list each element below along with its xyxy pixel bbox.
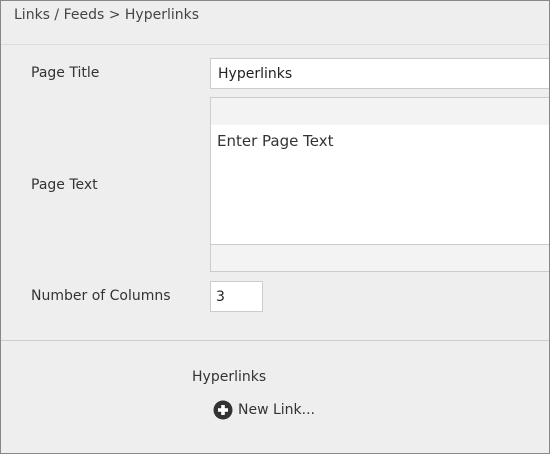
plus-circle-icon xyxy=(213,400,233,420)
new-link-button[interactable]: New Link... xyxy=(213,399,315,421)
section-divider xyxy=(1,340,549,341)
hyperlinks-editor-panel: Links / Feeds > Hyperlinks Page Title Pa… xyxy=(0,0,550,454)
breadcrumb: Links / Feeds > Hyperlinks xyxy=(1,1,549,45)
editor-toolbar[interactable] xyxy=(211,98,549,126)
number-of-columns-label: Number of Columns xyxy=(31,288,171,304)
page-title-label: Page Title xyxy=(31,65,100,81)
page-title-input[interactable] xyxy=(210,58,549,89)
page-text-label: Page Text xyxy=(31,177,98,193)
editor-content-area[interactable]: Enter Page Text xyxy=(211,125,549,245)
editor-content-text: Enter Page Text xyxy=(217,132,334,150)
number-of-columns-input[interactable] xyxy=(210,281,263,312)
breadcrumb-text: Links / Feeds > Hyperlinks xyxy=(14,7,200,23)
hyperlinks-heading: Hyperlinks xyxy=(192,369,267,385)
new-link-label: New Link... xyxy=(238,402,316,418)
page-text-editor[interactable]: Enter Page Text xyxy=(210,97,549,272)
editor-status-bar xyxy=(211,244,549,271)
